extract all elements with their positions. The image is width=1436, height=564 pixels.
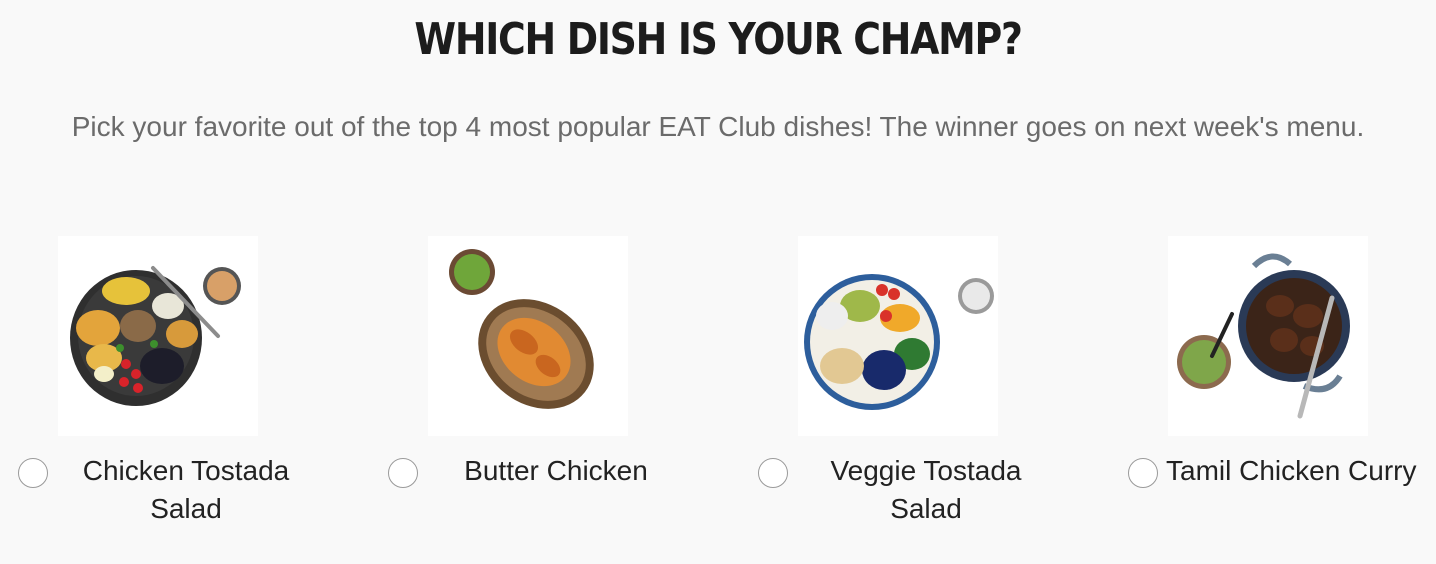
chicken-tostada-salad-photo xyxy=(58,236,258,436)
radio-chicken-tostada-salad[interactable] xyxy=(18,458,48,488)
page-title: WHICH DISH IS YOUR CHAMP? xyxy=(414,14,1023,65)
radio-tamil-chicken-curry[interactable] xyxy=(1128,458,1158,488)
page-subtitle: Pick your favorite out of the top 4 most… xyxy=(71,111,1365,142)
butter-chicken-photo xyxy=(428,236,628,436)
dish-option-tamil-chicken-curry[interactable]: Tamil Chicken Curry xyxy=(1128,236,1428,536)
dish-option-chicken-tostada-salad[interactable]: Chicken Tostada Salad xyxy=(18,236,378,536)
tamil-chicken-curry-photo xyxy=(1168,236,1368,436)
radio-veggie-tostada-salad[interactable] xyxy=(758,458,788,488)
option-label: Veggie Tostada Salad xyxy=(830,455,1022,524)
option-label: Chicken Tostada Salad xyxy=(82,455,290,524)
veggie-tostada-salad-photo xyxy=(798,236,998,436)
option-label: Butter Chicken xyxy=(464,455,648,486)
radio-butter-chicken[interactable] xyxy=(388,458,418,488)
dish-option-veggie-tostada-salad[interactable]: Veggie Tostada Salad xyxy=(758,236,1118,536)
option-label: Tamil Chicken Curry xyxy=(1166,455,1417,486)
dish-option-butter-chicken[interactable]: Butter Chicken xyxy=(388,236,748,536)
